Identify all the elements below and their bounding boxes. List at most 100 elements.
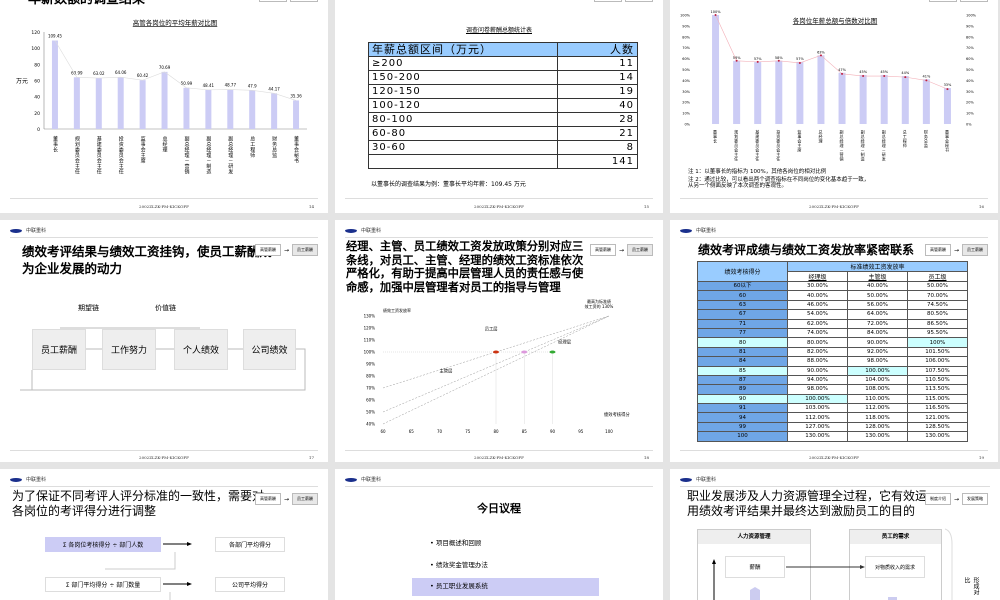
score-cell: 67 bbox=[697, 309, 788, 320]
rate-cell: 80.50% bbox=[907, 309, 968, 320]
slide-thumbnail-22[interactable]: 中联重科 职业发展涉及人力资源管理全过程，它有效运 用绩效考评结果并最终达到激励员… bbox=[670, 469, 1000, 600]
score-cell: 80 bbox=[697, 337, 788, 348]
rate-cell: 112.00% bbox=[787, 412, 848, 423]
slide-thumbnail-15[interactable]: 调查问卷薪酬总额统计表 年薪总额区间（万元） 人数 ≥200 11 150-200 14 1… bbox=[335, 0, 663, 213]
table-row: 84 88.00% 98.00% 106.00% bbox=[697, 356, 968, 367]
bar bbox=[922, 79, 930, 124]
company-logo: 中联重科 bbox=[345, 476, 381, 483]
data-label: 35.36 bbox=[290, 93, 302, 98]
x-tick-label: 监事会主席 bbox=[797, 129, 802, 153]
data-label: 45% bbox=[880, 70, 888, 74]
slide-thumbnail-20[interactable]: 中联重科 为了保证不同考评人评分标准的一致性，需要对 各岗位的考评得分进行调整 高… bbox=[0, 469, 328, 600]
table-row: 85 90.00% 100.00% 107.50% bbox=[697, 365, 968, 376]
footer: 2002ZLZK-PM-KICKOFF bbox=[809, 455, 859, 460]
rate-cell: 40.00% bbox=[787, 290, 848, 301]
trend-line bbox=[54, 40, 297, 101]
rate-cell: 84.00% bbox=[847, 327, 908, 339]
y-tick-label-right: 80% bbox=[966, 35, 974, 39]
ratio-point bbox=[904, 76, 907, 79]
rate-cell: 50.00% bbox=[847, 290, 908, 301]
data-label: 44.17 bbox=[268, 86, 280, 91]
rate-cell: 100% bbox=[907, 337, 968, 348]
flow-box-work-effort: 工作努力 bbox=[102, 329, 156, 370]
table-row: 100 130.00% 130.00% 130.00% bbox=[697, 431, 968, 442]
x-tick-label: 100 bbox=[605, 429, 613, 434]
rate-cell: 46.00% bbox=[787, 299, 848, 311]
rate-cell: 103.00% bbox=[787, 403, 848, 414]
agenda-item-1[interactable]: • 项目概述和回顾 bbox=[430, 537, 481, 547]
header-manager: 经理级 bbox=[787, 271, 848, 282]
y-tick-label: 110% bbox=[364, 338, 376, 343]
data-label: 70.69 bbox=[159, 65, 171, 70]
slide-thumbnail-19[interactable]: 中联重科 绩效考评成绩与绩效工资发放率紧密联系 高管薪酬 → 员工薪酬 绩效考核得分… bbox=[670, 220, 998, 462]
slide-thumbnail-16[interactable]: 各岗位年薪总额与倍数对比图 0% 0% 10% 10% 20% 20% 30% 30% 40% 40… bbox=[670, 0, 998, 213]
x-tick-label: 总工程师 bbox=[249, 135, 255, 159]
agenda-item-2[interactable]: • 绩效奖金管理办法 bbox=[430, 559, 488, 569]
side-label: 形成对比 bbox=[963, 577, 979, 595]
x-tick-label: 董事会秘书 bbox=[293, 135, 299, 164]
slide-thumbnail-17[interactable]: 中联重科 绩效考评结果与绩效工资挂钩，使员工薪酬成 为企业发展的动力 高管薪酬 → 员… bbox=[0, 220, 328, 462]
table-row: 60 40.00% 50.00% 70.00% bbox=[697, 290, 968, 301]
y-tick-label-left: 70% bbox=[682, 46, 690, 50]
nav-to: 员工薪酬 bbox=[962, 244, 988, 256]
y-axis-label: 绩效工资发放率 bbox=[383, 307, 411, 313]
x-tick-label: 投资委员会主任 bbox=[776, 129, 781, 162]
x-tick-label: 75 bbox=[465, 429, 471, 434]
bar bbox=[859, 74, 867, 124]
y-tick-label: 90% bbox=[366, 362, 375, 367]
table-row: 81 82.00% 92.00% 101.50% bbox=[697, 346, 968, 358]
series-point bbox=[521, 350, 528, 354]
agenda-item-3-highlighted[interactable]: • 员工职业发展系统 bbox=[412, 578, 599, 596]
score-cell: 85 bbox=[697, 365, 788, 376]
table-row: 30-60 8 bbox=[368, 140, 638, 155]
header-supervisor: 主管级 bbox=[847, 271, 908, 282]
x-tick-label: 副总经理－营销 bbox=[183, 135, 189, 175]
salary-range-table: 年薪总额区间（万元） 人数 ≥200 11 150-200 14 120-150 19 100-… bbox=[368, 42, 638, 169]
rate-cell: 115.00% bbox=[907, 393, 968, 405]
score-cell: 89 bbox=[697, 384, 788, 395]
x-tick-label: 规划委员会主任 bbox=[74, 135, 80, 175]
rate-cell: 74.50% bbox=[907, 299, 968, 311]
table-row: 89 98.00% 108.00% 113.50% bbox=[697, 384, 968, 395]
y-tick-label-left: 0% bbox=[684, 123, 690, 127]
range-cell: 100-120 bbox=[368, 98, 558, 113]
x-tick-label: 85 bbox=[522, 429, 528, 434]
table-row: 141 bbox=[368, 154, 638, 169]
rate-cell: 98.00% bbox=[847, 356, 908, 367]
rate-cell: 128.00% bbox=[847, 421, 908, 433]
chart-title: 高管各岗位的平均年薪对比图 bbox=[133, 18, 218, 27]
rate-cell: 94.00% bbox=[787, 374, 848, 386]
pay-rate-table: 绩效考核得分 标准绩效工资发放率 经理级 主管级 员工级 60以下 30.00% 40.0… bbox=[697, 261, 968, 442]
rate-cell: 112.00% bbox=[847, 403, 908, 414]
y-tick-label-right: 50% bbox=[966, 68, 974, 72]
rate-cell: 127.00% bbox=[787, 421, 848, 433]
count-cell: 141 bbox=[557, 154, 638, 169]
x-tick-label: 70 bbox=[437, 429, 443, 434]
ratio-line bbox=[715, 14, 948, 90]
bar bbox=[205, 89, 212, 129]
rate-cell: 54.00% bbox=[787, 309, 848, 320]
note-1: 注 1：以董事长的指标为 100%，其他各岗位的相对比例 bbox=[688, 169, 827, 175]
data-label: 58% bbox=[775, 56, 783, 60]
nav-badge bbox=[594, 0, 653, 2]
company-logo: 中联重科 bbox=[680, 227, 716, 234]
rate-cell: 116.50% bbox=[907, 403, 968, 414]
slide-thumbnail-18[interactable]: 中联重科 经理、主管、员工绩效工资发放政策分别对应三 条线，对员工、主管、经理的绩… bbox=[335, 220, 663, 462]
formula-company-average: Σ 部门平均得分 ÷ 部门数量 bbox=[45, 577, 161, 592]
rate-cell: 62.00% bbox=[787, 318, 848, 329]
rate-cell: 86.50% bbox=[907, 318, 968, 329]
slide-thumbnail-14[interactable]: 年薪数额的调查结果 高管各岗位的平均年薪对比图万元020406080100120… bbox=[0, 0, 328, 213]
rate-cell: 70.00% bbox=[907, 290, 968, 301]
slide-thumbnail-21[interactable]: 中联重科 今日议程 • 项目概述和回顾 • 绩效奖金管理办法 • 员工职业发展系… bbox=[335, 469, 663, 600]
x-tick-label: 董事会秘书 bbox=[945, 129, 950, 153]
table-row: 71 62.00% 72.00% 86.50% bbox=[697, 318, 968, 329]
series-label: 经理层 bbox=[558, 339, 572, 346]
table-title: 调查问卷薪酬总额统计表 bbox=[465, 27, 532, 34]
table-row: 77 74.00% 84.00% 95.50% bbox=[697, 327, 968, 339]
ratio-point bbox=[756, 60, 759, 63]
range-cell: 60-80 bbox=[368, 126, 558, 141]
score-cell: 81 bbox=[697, 346, 788, 358]
table-row: 120-150 19 bbox=[368, 84, 638, 99]
y-tick-label-right: 60% bbox=[966, 57, 974, 61]
data-label: 60.42 bbox=[137, 73, 149, 78]
